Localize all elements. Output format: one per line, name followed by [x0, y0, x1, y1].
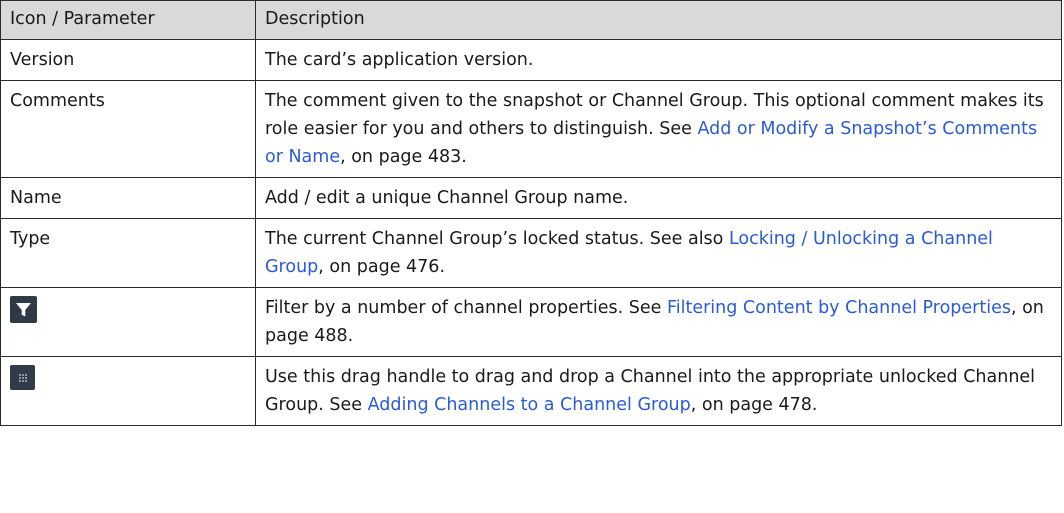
table-row: Filter by a number of channel properties…	[0, 287, 1062, 357]
cross-reference-link[interactable]: Adding Channels to a Channel Group	[368, 395, 691, 415]
drag-handle-icon	[10, 365, 35, 390]
description-cell: The comment given to the snapshot or Cha…	[255, 80, 1062, 178]
description-cell: Add / edit a unique Channel Group name.	[255, 177, 1062, 219]
filter-icon	[10, 296, 37, 323]
table-header-row: Icon / Parameter Description	[0, 0, 1062, 40]
cross-reference-link[interactable]: Filtering Content by Channel Properties	[667, 298, 1011, 318]
param-type: Type	[0, 218, 256, 288]
description-cell: Filter by a number of channel properties…	[255, 287, 1062, 357]
table-row: Type The current Channel Group’s locked …	[0, 218, 1062, 288]
description-cell: Use this drag handle to drag and drop a …	[255, 356, 1062, 426]
icon-cell	[0, 356, 256, 426]
header-description: Description	[255, 0, 1062, 40]
description-cell: The card’s application version.	[255, 39, 1062, 81]
table-row: Version The card’s application version.	[0, 39, 1062, 81]
icon-cell	[0, 287, 256, 357]
parameter-table: Icon / Parameter Description Version The…	[0, 0, 1062, 426]
table-row: Name Add / edit a unique Channel Group n…	[0, 177, 1062, 219]
table-row: Use this drag handle to drag and drop a …	[0, 356, 1062, 426]
param-version: Version	[0, 39, 256, 81]
table-row: Comments The comment given to the snapsh…	[0, 80, 1062, 178]
description-cell: The current Channel Group’s locked statu…	[255, 218, 1062, 288]
param-comments: Comments	[0, 80, 256, 178]
param-name: Name	[0, 177, 256, 219]
header-icon-parameter: Icon / Parameter	[0, 0, 256, 40]
